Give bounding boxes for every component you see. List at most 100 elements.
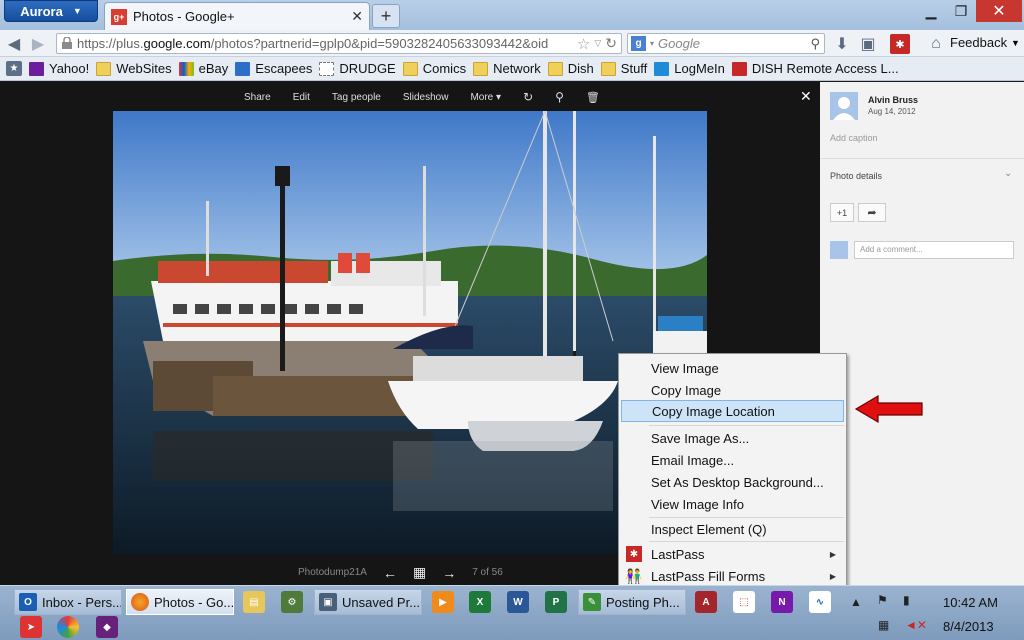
app-icon[interactable]: ⚙ — [281, 591, 303, 613]
chevron-down-icon[interactable]: ⌄ — [1004, 168, 1012, 179]
avatar[interactable] — [830, 92, 858, 120]
search-engine-dropdown-icon[interactable]: ▾ — [650, 39, 654, 48]
menu-item-lastpass[interactable]: ✱ LastPass ▶ — [621, 543, 844, 565]
comment-input[interactable]: Add a comment... — [854, 241, 1014, 259]
bookmark-dish[interactable]: Dish — [547, 61, 594, 76]
url-field[interactable]: https://plus.google.com/photos?partnerid… — [56, 33, 622, 54]
bookmark-escapees[interactable]: Escapees — [235, 61, 312, 76]
bookmark-websites[interactable]: WebSites — [96, 61, 172, 76]
comment-avatar — [830, 241, 848, 259]
taskbar-posting[interactable]: ✎ Posting Ph... — [578, 589, 686, 615]
pdf-icon[interactable]: ⬚ — [733, 591, 755, 613]
close-icon[interactable]: ✕ — [800, 88, 812, 105]
app-menu-button[interactable]: Aurora ▼ — [4, 0, 98, 22]
bookmark-comics[interactable]: Comics — [402, 61, 466, 76]
more-menu[interactable]: More ▾ — [470, 92, 501, 103]
rotate-icon[interactable]: ↻ — [523, 90, 533, 104]
bookmark-stuff[interactable]: Stuff — [600, 61, 647, 76]
bookmarks-icon[interactable]: ★ — [6, 61, 22, 76]
bookmark-star-icon[interactable]: ☆ — [577, 35, 590, 53]
file-explorer-icon[interactable]: ▤ — [243, 591, 265, 613]
menu-item-view-image-info[interactable]: View Image Info — [621, 493, 844, 515]
menu-item-set-desktop-background[interactable]: Set As Desktop Background... — [621, 471, 844, 493]
feedback-button[interactable]: Feedback — [950, 35, 1007, 50]
volume-muted-icon[interactable]: ◄✕ — [905, 618, 927, 632]
submenu-arrow-icon: ▶ — [829, 571, 836, 581]
next-arrow-icon[interactable]: → — [442, 565, 456, 581]
feedback-dropdown-icon[interactable]: ▼ — [1011, 38, 1020, 48]
show-hidden-icons[interactable]: ▲ — [850, 595, 862, 609]
new-tab-button[interactable]: + — [372, 4, 400, 28]
access-icon[interactable]: A — [695, 591, 717, 613]
share-button[interactable]: ➦ — [858, 203, 886, 222]
slideshow-link[interactable]: Slideshow — [403, 92, 449, 103]
taskbar-firefox-photos[interactable]: Photos - Go... — [126, 589, 234, 615]
photo-details-toggle[interactable]: Photo details — [830, 171, 882, 181]
album-name[interactable]: Photodump21A — [298, 567, 367, 578]
trash-icon[interactable]: 🗑 — [586, 91, 600, 104]
start-app-icon[interactable]: ➤ — [20, 616, 42, 638]
menu-item-copy-image-location[interactable]: Copy Image Location — [621, 400, 844, 422]
network-icon[interactable]: ▦ — [878, 618, 889, 632]
word-icon[interactable]: W — [507, 591, 529, 613]
search-icon[interactable]: ⚲ — [810, 36, 824, 52]
visual-studio-icon[interactable]: ◆ — [96, 616, 118, 638]
menu-separator — [649, 541, 844, 542]
tab-photos[interactable]: g+ Photos - Google+ ✕ — [104, 2, 370, 30]
submenu-arrow-icon: ▶ — [829, 549, 836, 559]
media-player-icon[interactable]: ▶ — [432, 591, 454, 613]
menu-item-view-image[interactable]: View Image — [621, 357, 844, 379]
close-icon[interactable]: ✕ — [351, 8, 363, 25]
bookmark-yahoo[interactable]: Yahoo! — [29, 61, 89, 76]
menu-item-copy-image[interactable]: Copy Image — [621, 379, 844, 401]
viewer-footer: Photodump21A ← ▦ → 7 of 56 — [298, 564, 503, 581]
search-field[interactable]: g ▾ Google ⚲ — [627, 33, 825, 54]
excel-icon[interactable]: X — [469, 591, 491, 613]
tab-title: Photos - Google+ — [133, 9, 235, 24]
clock-time[interactable]: 10:42 AM — [943, 595, 998, 610]
folder-icon — [547, 61, 563, 76]
menu-item-lastpass-fill-forms[interactable]: 👫 LastPass Fill Forms ▶ — [621, 565, 844, 587]
taskbar-outlook[interactable]: O Inbox - Pers... — [14, 589, 122, 615]
add-caption-link[interactable]: Add caption — [830, 133, 878, 143]
maximize-button[interactable]: ❐ — [946, 0, 976, 22]
clock-date[interactable]: 8/4/2013 — [943, 619, 994, 634]
home-icon[interactable]: ⌂ — [926, 34, 946, 54]
previous-arrow-icon[interactable]: ← — [383, 565, 397, 581]
grid-icon[interactable]: ▦ — [413, 564, 426, 581]
back-icon[interactable]: ◀ — [4, 34, 24, 54]
bookmarks-menu-icon[interactable]: ▣ — [858, 34, 878, 54]
tag-people-link[interactable]: Tag people — [332, 92, 381, 103]
minimize-button[interactable]: ▁ — [916, 0, 946, 22]
google-search-icon: g — [631, 36, 646, 51]
lastpass-icon: ✱ — [626, 546, 642, 562]
monitor-icon[interactable]: ∿ — [809, 591, 831, 613]
download-icon[interactable]: ⬇ — [832, 34, 852, 54]
menu-item-save-image-as[interactable]: Save Image As... — [621, 427, 844, 449]
onenote-icon[interactable]: N — [771, 591, 793, 613]
menu-item-inspect-element[interactable]: Inspect Element (Q) — [621, 518, 844, 540]
menu-item-email-image[interactable]: Email Image... — [621, 449, 844, 471]
owner-name[interactable]: Alvin Bruss — [868, 95, 918, 105]
battery-icon[interactable]: ▮ — [903, 593, 910, 607]
forward-icon[interactable]: ▶ — [28, 34, 48, 54]
window-close-button[interactable]: ✕ — [976, 0, 1022, 22]
bookmark-network[interactable]: Network — [473, 61, 541, 76]
lastpass-icon[interactable]: ✱ — [890, 34, 910, 54]
bookmark-drudge[interactable]: DRUDGE — [319, 61, 396, 76]
reload-icon[interactable]: ↻ — [605, 35, 621, 52]
bookmark-ebay[interactable]: eBay — [178, 61, 228, 76]
bookmark-logmein[interactable]: LogMeIn — [654, 61, 725, 76]
folder-icon — [600, 61, 616, 76]
bookmark-dish-remote[interactable]: DISH Remote Access L... — [731, 61, 899, 76]
taskbar-capture[interactable]: ▣ Unsaved Pr... — [314, 589, 422, 615]
edit-link[interactable]: Edit — [293, 92, 310, 103]
zoom-icon[interactable]: ⚲ — [555, 90, 564, 104]
chrome-icon[interactable] — [57, 616, 79, 638]
logmein-icon — [654, 61, 670, 76]
share-link[interactable]: Share — [244, 92, 271, 103]
plus-one-button[interactable]: +1 — [830, 203, 854, 222]
flag-icon[interactable]: ⚑ — [877, 593, 888, 607]
dropdown-icon[interactable]: ▽ — [594, 38, 601, 49]
publisher-icon[interactable]: P — [545, 591, 567, 613]
